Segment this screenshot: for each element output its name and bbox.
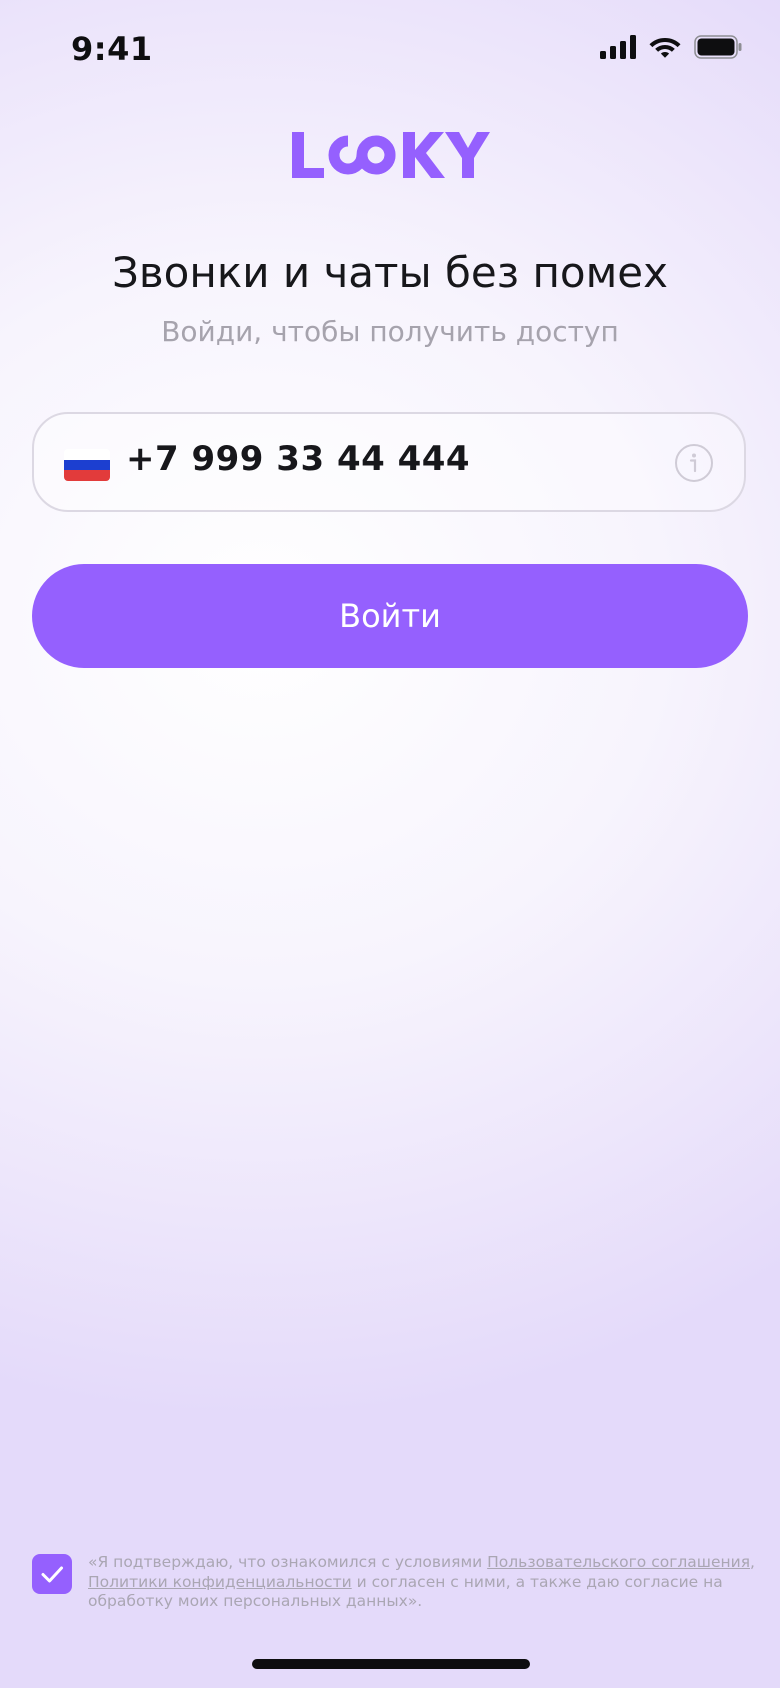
battery-icon	[694, 34, 742, 59]
login-button[interactable]: Войти	[32, 564, 748, 668]
wifi-icon	[649, 38, 681, 58]
status-time: 9:41	[71, 30, 153, 68]
looky-logo	[0, 130, 780, 180]
home-indicator	[252, 1659, 530, 1669]
consent-block: «Я подтверждаю, что ознакомился с услови…	[32, 1553, 755, 1614]
consent-text-comma: ,	[750, 1553, 755, 1571]
cellular-signal-icon	[600, 34, 636, 59]
consent-checkbox[interactable]	[32, 1554, 72, 1594]
page-subtitle: Войди, чтобы получить доступ	[161, 315, 619, 348]
terms-link[interactable]: Пользовательского соглашения	[487, 1553, 750, 1571]
consent-text: «Я подтверждаю, что ознакомился с услови…	[88, 1553, 768, 1612]
looky-logo-icon	[292, 132, 490, 178]
phone-input[interactable]: +7 999 33 44 444	[32, 412, 746, 512]
status-icons	[600, 34, 742, 59]
page-title: Звонки и чаты без помех	[112, 248, 668, 297]
status-bar: 9:41	[0, 0, 780, 100]
phone-number-value[interactable]: +7 999 33 44 444	[126, 439, 470, 479]
info-icon[interactable]	[674, 443, 714, 483]
consent-text-start: «Я подтверждаю, что ознакомился с услови…	[88, 1553, 488, 1571]
checkmark-icon	[41, 1566, 63, 1583]
russia-flag-icon[interactable]	[64, 449, 110, 481]
privacy-link[interactable]: Политики конфиденциальности	[88, 1573, 352, 1591]
